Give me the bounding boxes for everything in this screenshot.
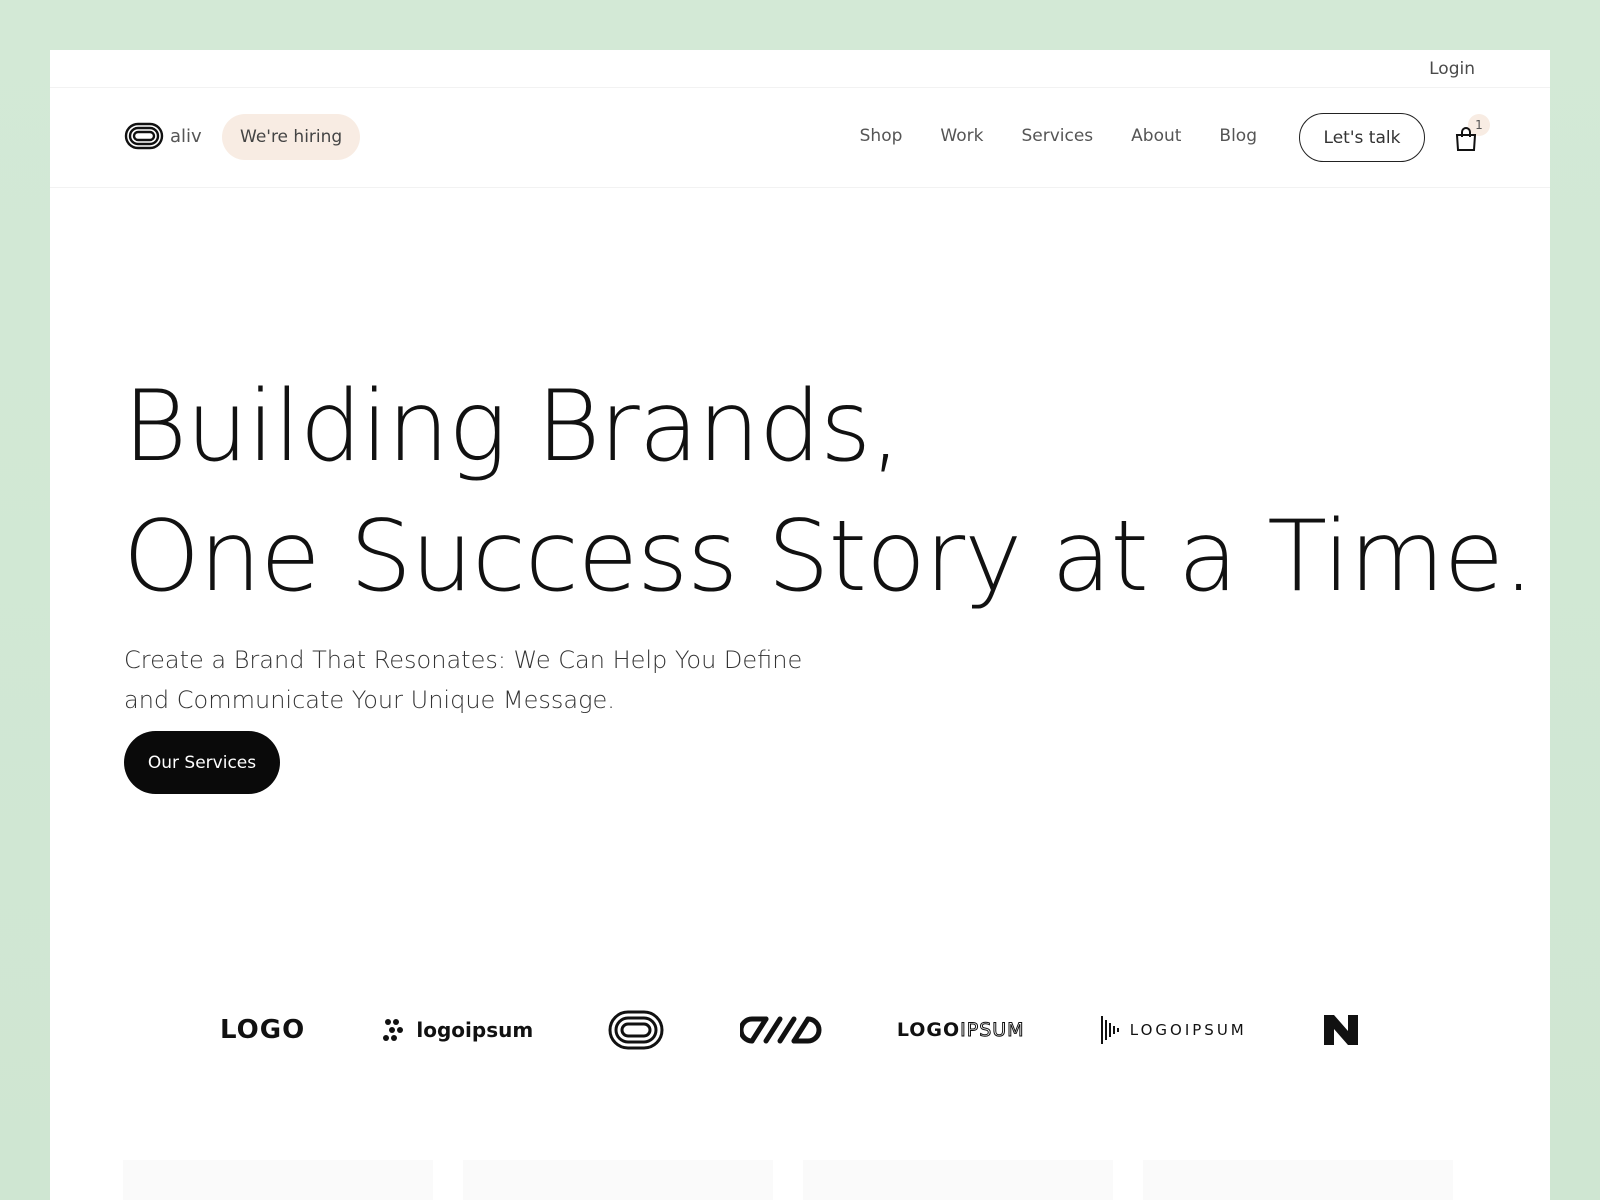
logo-6-text: LOGOIPSUM (1129, 1021, 1247, 1039)
page-frame: Login aliv We're hiring Shop Work Servic… (50, 50, 1550, 1200)
client-logo-7 (1322, 1013, 1360, 1047)
card-row (123, 1160, 1453, 1200)
client-logo-3 (608, 1010, 664, 1050)
lets-talk-button[interactable]: Let's talk (1299, 113, 1425, 162)
n-mark-icon (1323, 1015, 1358, 1045)
nav-about[interactable]: About (1131, 126, 1181, 146)
main-nav: Shop Work Services About Blog (860, 126, 1257, 146)
our-services-button[interactable]: Our Services (124, 731, 280, 794)
top-bar: Login (50, 50, 1550, 88)
nav-blog[interactable]: Blog (1219, 126, 1257, 146)
squiggle-mark-icon (383, 1019, 404, 1041)
shopping-bag-icon[interactable] (1454, 126, 1478, 152)
brand-logo[interactable]: aliv (124, 122, 202, 150)
client-logo-4 (739, 1013, 822, 1047)
client-logo-5: LOGOIPSUM (896, 1019, 1025, 1042)
client-logo-6: LOGOIPSUM (1100, 1014, 1247, 1046)
client-logo-2: logoipsum (380, 1016, 533, 1044)
logo-5-outline: IPSUM (960, 1019, 1025, 1042)
logo-2-text: logoipsum (416, 1018, 534, 1042)
site-header: aliv We're hiring Shop Work Services Abo… (50, 88, 1550, 188)
login-link[interactable]: Login (1429, 59, 1475, 79)
card-2 (463, 1160, 773, 1200)
hero-title: Building Brands, One Success Story at a … (123, 362, 1534, 622)
hero-title-line-1: Building Brands, (123, 370, 901, 484)
logo-5-bold: LOGO (896, 1019, 961, 1041)
logo-5-text: LOGOIPSUM (896, 1019, 1025, 1042)
hero-title-line-2: One Success Story at a Time. (123, 500, 1534, 614)
brand-name: aliv (170, 125, 202, 147)
card-3 (803, 1160, 1113, 1200)
client-logos: LOGO logoipsum LOGOIPSUM LOGOIPSUM (220, 1000, 1360, 1060)
hero-subtitle: Create a Brand That Resonates: We Can He… (124, 640, 844, 720)
nav-shop[interactable]: Shop (860, 126, 903, 146)
card-4 (1143, 1160, 1453, 1200)
concentric-loop-icon (608, 1010, 664, 1050)
hiring-badge[interactable]: We're hiring (222, 114, 361, 160)
nav-work[interactable]: Work (940, 126, 983, 146)
hero-subtitle-line-2: and Communicate Your Unique Message. (124, 686, 615, 714)
card-1 (123, 1160, 433, 1200)
aliv-logo-icon (124, 122, 164, 150)
nav-services[interactable]: Services (1021, 126, 1093, 146)
client-logo-1: LOGO (220, 1015, 305, 1045)
logo-1-text: LOGO (220, 1015, 306, 1045)
hero-subtitle-line-1: Create a Brand That Resonates: We Can He… (124, 646, 803, 674)
infinity-links-icon (739, 1016, 822, 1044)
soundwave-bars-icon (1100, 1016, 1119, 1044)
